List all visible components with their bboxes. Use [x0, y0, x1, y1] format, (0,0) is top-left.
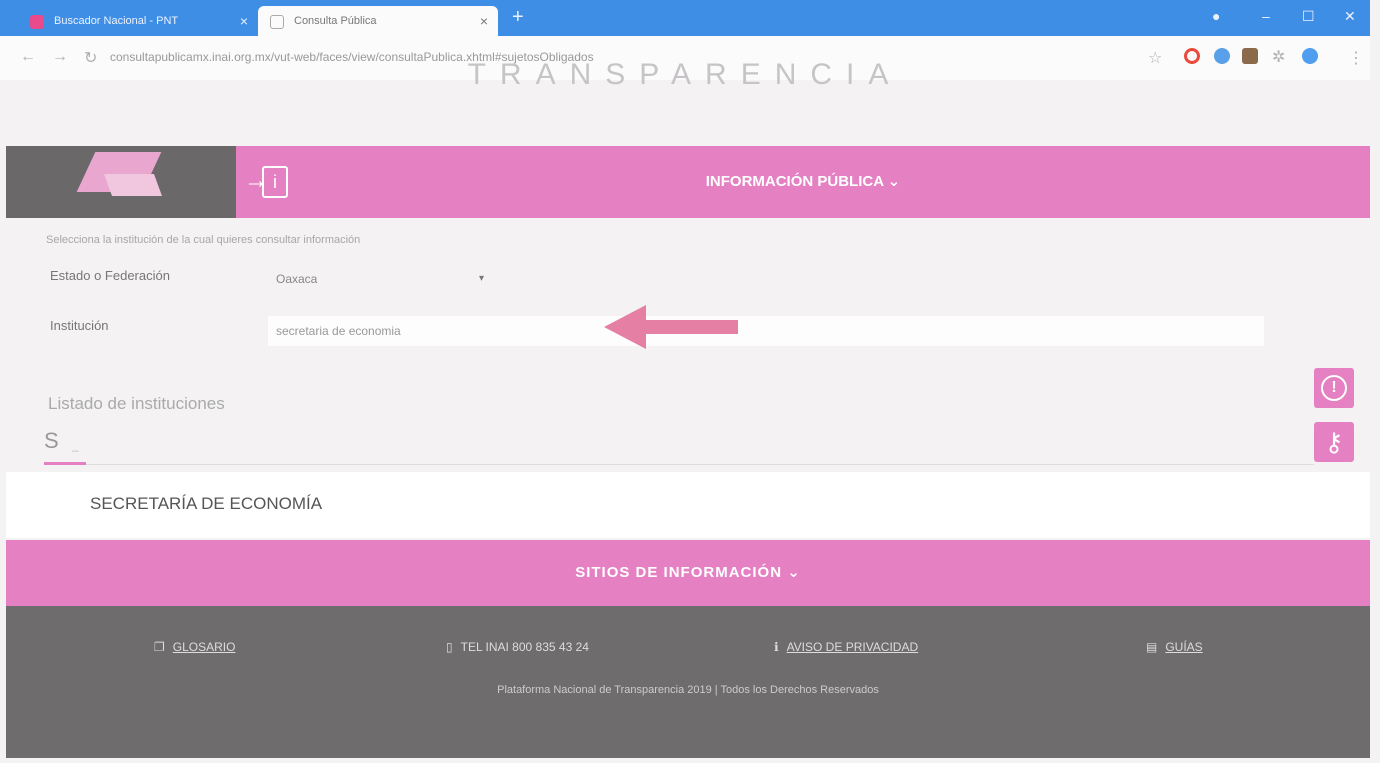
pnt-favicon-icon	[30, 15, 44, 29]
logo-shape	[103, 174, 163, 196]
new-tab-button[interactable]: +	[512, 6, 524, 29]
estado-label: Estado o Federación	[50, 268, 170, 283]
page-favicon-icon	[270, 15, 284, 29]
main-nav: → i INFORMACIÓN PÚBLICA ⌄	[6, 146, 1370, 218]
form-hint: Selecciona la institución de la cual qui…	[46, 234, 361, 246]
institution-search-field[interactable]: S _	[44, 426, 1314, 465]
minimize-button[interactable]: –	[1262, 8, 1270, 24]
alert-button[interactable]: !	[1314, 368, 1354, 408]
logo[interactable]	[6, 146, 236, 218]
aviso-label: AVISO DE PRIVACIDAD	[786, 640, 919, 654]
footer: ❐ GLOSARIO ▯ TEL INAI 800 835 43 24 ℹ AVISO…	[6, 606, 1370, 758]
copyright-text: Plataforma Nacional de Transparencia 201…	[497, 684, 879, 696]
guias-link[interactable]: ▤ GUÍAS	[1146, 640, 1203, 654]
close-tab-icon[interactable]: ×	[480, 6, 488, 36]
close-window-button[interactable]: ✕	[1344, 8, 1356, 25]
aviso-privacidad-link[interactable]: ℹ AVISO DE PRIVACIDAD	[774, 640, 918, 654]
brand-title: TRANSPARENCIA	[467, 58, 903, 91]
browser-tab-consulta[interactable]: Consulta Pública ×	[258, 6, 498, 36]
institution-name: SECRETARÍA DE ECONOMÍA	[90, 494, 323, 513]
estado-value: Oaxaca	[276, 272, 318, 286]
document-icon: ▤	[1146, 640, 1158, 654]
telefono-label: TEL INAI 800 835 43 24	[460, 640, 589, 654]
phone-icon: ▯	[446, 640, 453, 654]
search-typed-text: S	[44, 428, 59, 453]
search-underline	[44, 462, 86, 465]
telefono-text: ▯ TEL INAI 800 835 43 24	[446, 640, 589, 654]
listado-title: Listado de instituciones	[48, 394, 225, 413]
pointer-arrow-icon	[604, 305, 738, 349]
chevron-down-icon: ▾	[478, 273, 484, 284]
browser-tab-buscador[interactable]: Buscador Nacional - PNT ×	[18, 6, 258, 36]
key-icon: ⚷	[1324, 427, 1344, 457]
institucion-input[interactable]	[268, 316, 1264, 346]
alert-icon: !	[1321, 374, 1347, 401]
tab-title: Consulta Pública	[294, 15, 377, 27]
sitios-de-informacion-menu[interactable]: SITIOS DE INFORMACIÓN ⌄	[6, 540, 1370, 606]
browser-tab-bar: Buscador Nacional - PNT × Consulta Públi…	[0, 0, 1370, 36]
search-cursor: _	[72, 438, 79, 452]
informacion-publica-menu[interactable]: INFORMACIÓN PÚBLICA ⌄	[236, 146, 1370, 218]
glosario-label: GLOSARIO	[172, 640, 236, 654]
institucion-label: Institución	[50, 318, 109, 333]
profile-icon[interactable]: ●	[1212, 8, 1220, 24]
guias-label: GUÍAS	[1165, 640, 1203, 654]
close-tab-icon[interactable]: ×	[240, 6, 248, 36]
glosario-link[interactable]: ❐ GLOSARIO	[154, 640, 235, 654]
maximize-button[interactable]: ☐	[1302, 8, 1315, 25]
key-button[interactable]: ⚷	[1314, 422, 1354, 462]
estado-select[interactable]: Oaxaca ▾	[268, 264, 488, 294]
tab-title: Buscador Nacional - PNT	[54, 15, 179, 27]
info-icon: ℹ	[774, 640, 779, 654]
list-item[interactable]: SECRETARÍA DE ECONOMÍA	[6, 472, 1370, 538]
book-icon: ❐	[154, 640, 165, 654]
